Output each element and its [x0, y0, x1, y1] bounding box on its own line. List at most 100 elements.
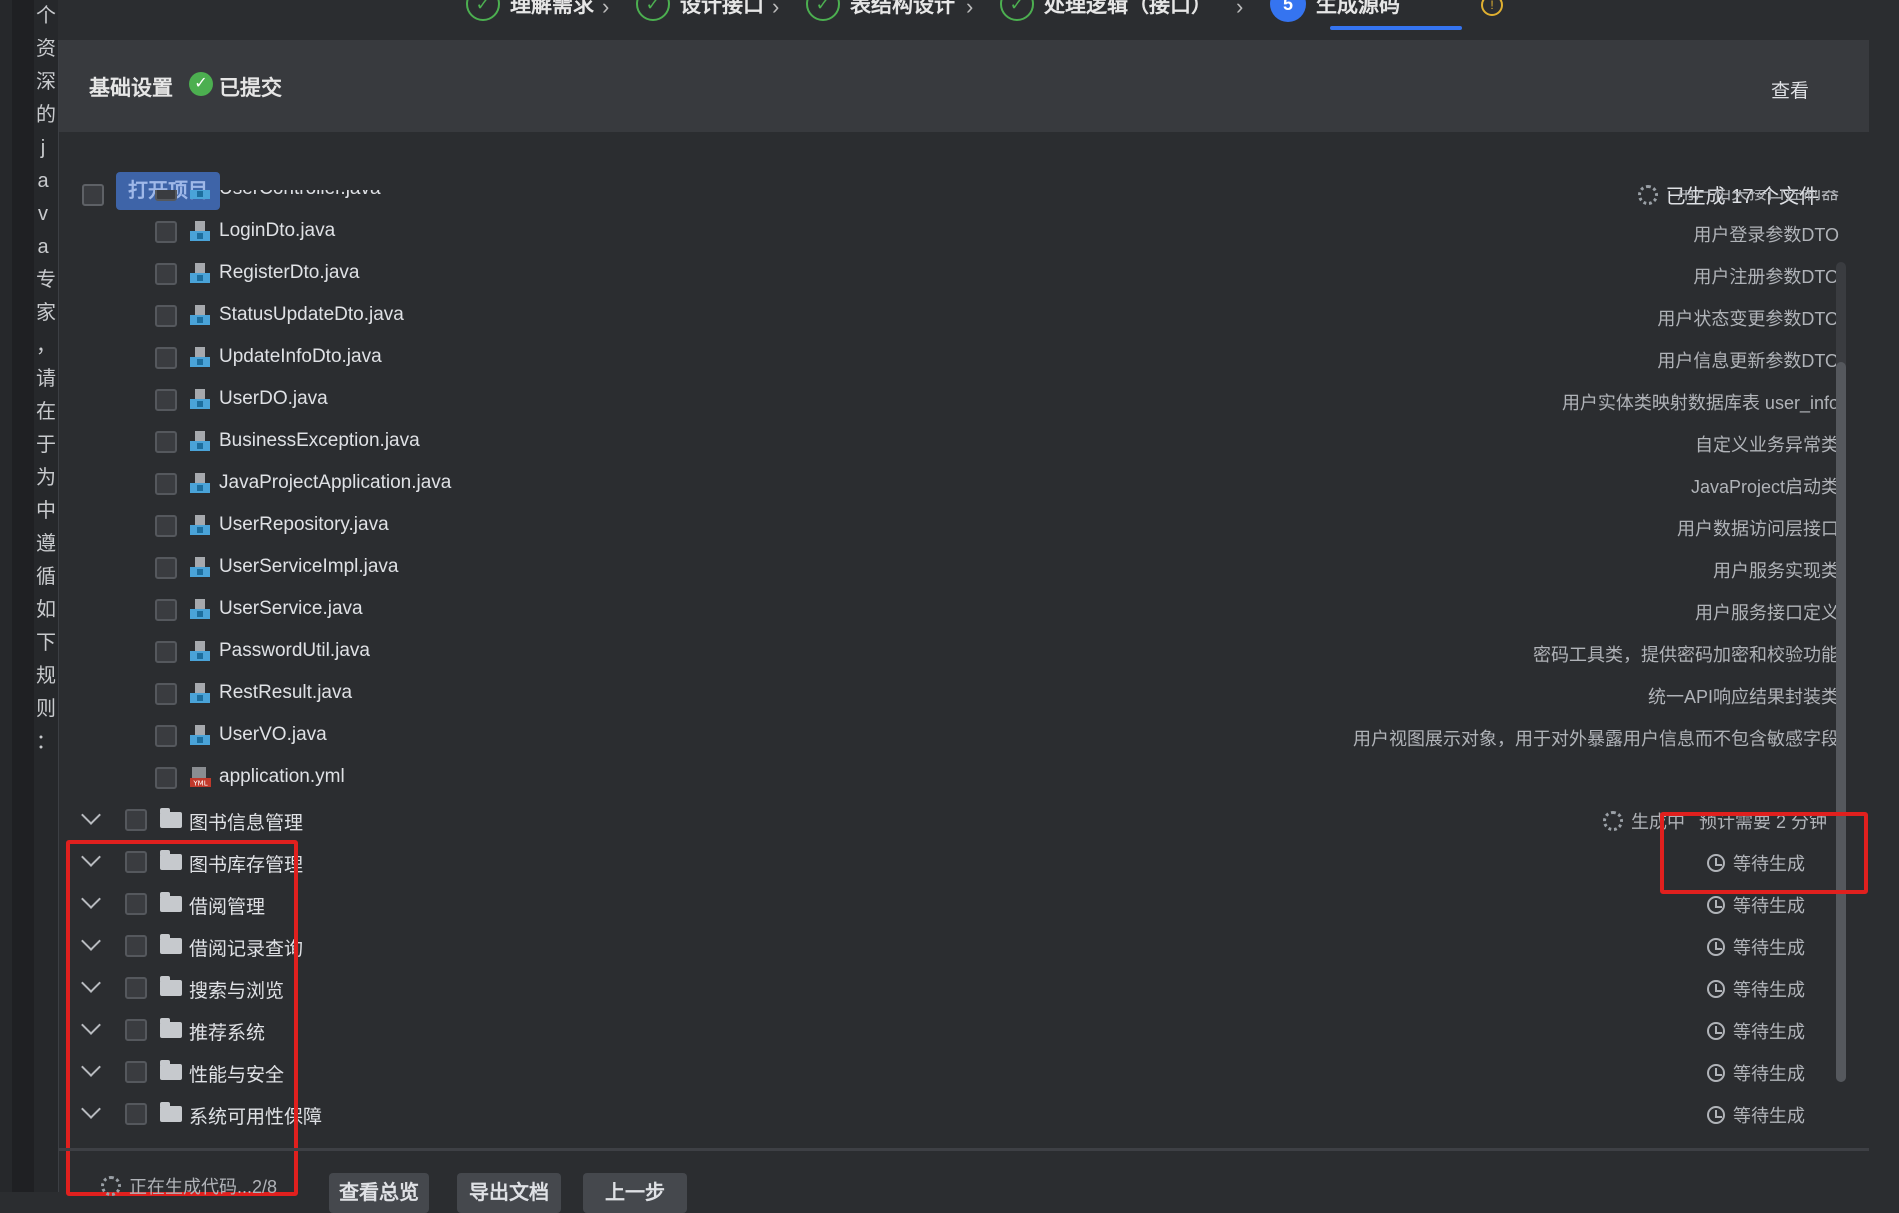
scrollbar-thumb[interactable] [1836, 362, 1846, 1082]
vertical-char: a [37, 170, 49, 192]
chevron-down-icon[interactable] [81, 889, 101, 909]
java-class-icon [189, 514, 211, 536]
module-row[interactable]: 图书信息管理 生成中 预计需要 2 分钟 [59, 798, 1839, 840]
export-docs-button[interactable]: 导出文档 [457, 1173, 561, 1213]
svg-text:YML: YML [192, 780, 207, 788]
file-row[interactable]: UserServiceImpl.java 用户服务实现类 [59, 546, 1839, 588]
file-row[interactable]: YML application.yml [59, 756, 1839, 798]
file-row[interactable]: UpdateInfoDto.java 用户信息更新参数DTO [59, 336, 1839, 378]
module-row[interactable]: 借阅管理 等待生成 [59, 882, 1839, 924]
file-description: 用户视图展示对象，用于对外暴露用户信息而不包含敏感字段 [1353, 729, 1839, 749]
history-clock-icon [1707, 938, 1725, 956]
file-row[interactable]: RegisterDto.java 用户注册参数DTO [59, 252, 1839, 294]
module-checkbox[interactable] [125, 1019, 147, 1041]
java-class-icon [189, 598, 211, 620]
folder-icon [160, 934, 182, 954]
file-row[interactable]: StatusUpdateDto.java 用户状态变更参数DTO [59, 294, 1839, 336]
chevron-down-icon[interactable] [81, 1099, 101, 1119]
module-row[interactable]: 系统可用性保障 等待生成 [59, 1092, 1839, 1134]
file-checkbox[interactable] [155, 641, 177, 663]
vertical-char: 资 [36, 38, 56, 60]
file-row[interactable]: UserController.java 用户相关接口控制器 [59, 190, 1839, 210]
section-title: 基础设置 [89, 77, 173, 100]
file-checkbox[interactable] [155, 305, 177, 327]
step-2[interactable]: ✓ 设计接口 [636, 0, 764, 24]
vertical-char: v [38, 203, 48, 225]
step-5[interactable]: 5 生成源码 [1270, 0, 1400, 24]
file-row[interactable]: UserVO.java 用户视图展示对象，用于对外暴露用户信息而不包含敏感字段 [59, 714, 1839, 756]
java-class-icon [189, 556, 211, 578]
file-row[interactable]: LoginDto.java 用户登录参数DTO [59, 210, 1839, 252]
view-overview-button[interactable]: 查看总览 [329, 1173, 429, 1213]
step-progress-bar: ✓ 理解需求 › ✓ 设计接口 › ✓ 表结构设计 › ✓ 处理逻辑（接口） › 5 生成源码! [58, 0, 1868, 40]
chevron-down-icon[interactable] [81, 973, 101, 993]
module-row[interactable]: 搜索与浏览 等待生成 [59, 966, 1839, 1008]
previous-step-button[interactable]: 上一步 [583, 1173, 687, 1213]
vertical-char: 遵 [36, 533, 56, 555]
history-clock-icon [1707, 1022, 1725, 1040]
module-checkbox[interactable] [125, 851, 147, 873]
view-link[interactable]: 查看 [1771, 76, 1809, 103]
module-checkbox[interactable] [125, 977, 147, 999]
left-context-strip: 个资深的 j a v a 专家，请在于为中遵循如下规则： [0, 0, 58, 1192]
file-checkbox[interactable] [155, 190, 177, 201]
file-row[interactable]: UserRepository.java 用户数据访问层接口 [59, 504, 1839, 546]
module-row[interactable]: 图书库存管理 等待生成 [59, 840, 1839, 882]
file-checkbox[interactable] [155, 473, 177, 495]
module-checkbox[interactable] [125, 893, 147, 915]
file-checkbox[interactable] [155, 515, 177, 537]
step-label: 生成源码 [1316, 0, 1400, 17]
module-name: 性能与安全 [189, 1065, 285, 1086]
chevron-down-icon[interactable] [81, 1057, 101, 1077]
module-row[interactable]: 性能与安全 等待生成 [59, 1050, 1839, 1092]
status-label: 等待生成 [1733, 1022, 1805, 1042]
file-checkbox[interactable] [155, 263, 177, 285]
module-checkbox[interactable] [125, 1061, 147, 1083]
vertical-char: 循 [36, 566, 56, 588]
file-checkbox[interactable] [155, 389, 177, 411]
module-row[interactable]: 借阅记录查询 等待生成 [59, 924, 1839, 966]
file-name: UserService.java [219, 598, 363, 619]
status-label: 生成中 [1630, 812, 1685, 832]
file-row[interactable]: UserService.java 用户服务接口定义 [59, 588, 1839, 630]
file-checkbox[interactable] [155, 431, 177, 453]
file-row[interactable]: UserDO.java 用户实体类映射数据库表 user_info [59, 378, 1839, 420]
file-checkbox[interactable] [155, 347, 177, 369]
basic-settings-header: 基础设置 ✓ 已提交 查看 [59, 40, 1869, 132]
chevron-down-icon[interactable] [81, 1015, 101, 1035]
file-name: UserController.java [219, 190, 381, 200]
spinner-icon [101, 1176, 121, 1196]
chevron-down-icon[interactable] [81, 931, 101, 951]
module-row[interactable]: 推荐系统 等待生成 [59, 1008, 1839, 1050]
vertical-scrollbar[interactable] [1836, 262, 1846, 1082]
module-checkbox[interactable] [125, 935, 147, 957]
java-class-icon [189, 724, 211, 746]
file-row[interactable]: PasswordUtil.java 密码工具类，提供密码加密和校验功能 [59, 630, 1839, 672]
module-name: 借阅记录查询 [189, 939, 304, 960]
module-name: 系统可用性保障 [189, 1107, 323, 1128]
status-label: 等待生成 [1733, 1064, 1805, 1084]
file-checkbox[interactable] [155, 725, 177, 747]
file-checkbox[interactable] [155, 683, 177, 705]
chevron-down-icon[interactable] [81, 847, 101, 867]
module-status: 等待生成 [1707, 850, 1805, 876]
module-checkbox[interactable] [125, 809, 147, 831]
file-name: UserServiceImpl.java [219, 556, 399, 577]
chevron-down-icon[interactable] [81, 805, 101, 825]
file-checkbox[interactable] [155, 599, 177, 621]
java-class-icon [189, 640, 211, 662]
module-checkbox[interactable] [125, 1103, 147, 1125]
file-row[interactable]: BusinessException.java 自定义业务异常类 [59, 420, 1839, 462]
step-4[interactable]: ✓ 处理逻辑（接口） [1000, 0, 1212, 24]
file-checkbox[interactable] [155, 221, 177, 243]
file-row[interactable]: JavaProjectApplication.java JavaProject启动… [59, 462, 1839, 504]
vertical-char: 则 [36, 698, 56, 720]
step-3[interactable]: ✓ 表结构设计 [806, 0, 955, 24]
status-label: 等待生成 [1733, 854, 1805, 874]
file-row[interactable]: RestResult.java 统一API响应结果封装类 [59, 672, 1839, 714]
step-1[interactable]: ✓ 理解需求 [466, 0, 594, 24]
java-class-icon [189, 472, 211, 494]
file-checkbox[interactable] [155, 767, 177, 789]
module-name: 搜索与浏览 [189, 981, 285, 1002]
file-checkbox[interactable] [155, 557, 177, 579]
